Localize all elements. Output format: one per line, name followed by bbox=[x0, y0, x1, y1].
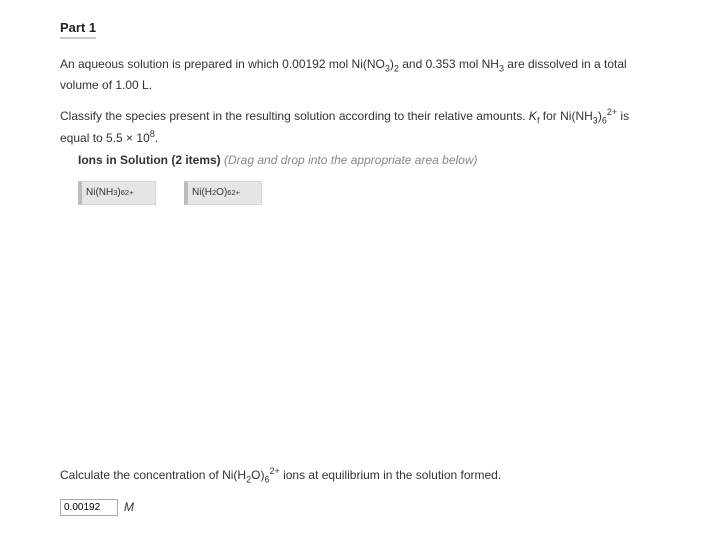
part-title: Part 1 bbox=[60, 20, 96, 39]
kf-symbol: K bbox=[529, 109, 537, 123]
text: Calculate the concentration of Ni(H bbox=[60, 468, 246, 482]
text: . bbox=[155, 131, 158, 145]
text: ions at equilibrium in the solution form… bbox=[280, 468, 501, 482]
problem-statement-2: Classify the species present in the resu… bbox=[60, 106, 660, 169]
sup: 2+ bbox=[607, 107, 617, 117]
text: Classify the species present in the resu… bbox=[60, 109, 529, 123]
text: An aqueous solution is prepared in which… bbox=[60, 57, 385, 71]
concentration-input[interactable] bbox=[60, 499, 118, 516]
sup: 2+ bbox=[231, 188, 240, 197]
text: Ni(H bbox=[192, 187, 212, 198]
drag-hint: (Drag and drop into the appropriate area… bbox=[224, 153, 478, 167]
drag-items-row: Ni(NH3)62+ Ni(H2O)62+ bbox=[78, 181, 660, 205]
problem-statement-1: An aqueous solution is prepared in which… bbox=[60, 55, 660, 94]
calc-prompt: Calculate the concentration of Ni(H2O)62… bbox=[60, 465, 660, 487]
unit-label: M bbox=[124, 500, 134, 514]
sup: 2+ bbox=[125, 188, 134, 197]
sup: 2+ bbox=[269, 466, 279, 476]
answer-row: M bbox=[60, 499, 660, 516]
text: Ni(NH bbox=[86, 187, 113, 198]
text: and 0.353 mol NH bbox=[399, 57, 499, 71]
ions-section-label: Ions in Solution (2 items) bbox=[78, 153, 221, 167]
drag-item-ni-h2o[interactable]: Ni(H2O)62+ bbox=[184, 181, 262, 205]
text: O) bbox=[216, 187, 227, 198]
text: O) bbox=[251, 468, 264, 482]
text: for Ni(NH bbox=[539, 109, 592, 123]
drag-item-ni-nh3[interactable]: Ni(NH3)62+ bbox=[78, 181, 156, 205]
